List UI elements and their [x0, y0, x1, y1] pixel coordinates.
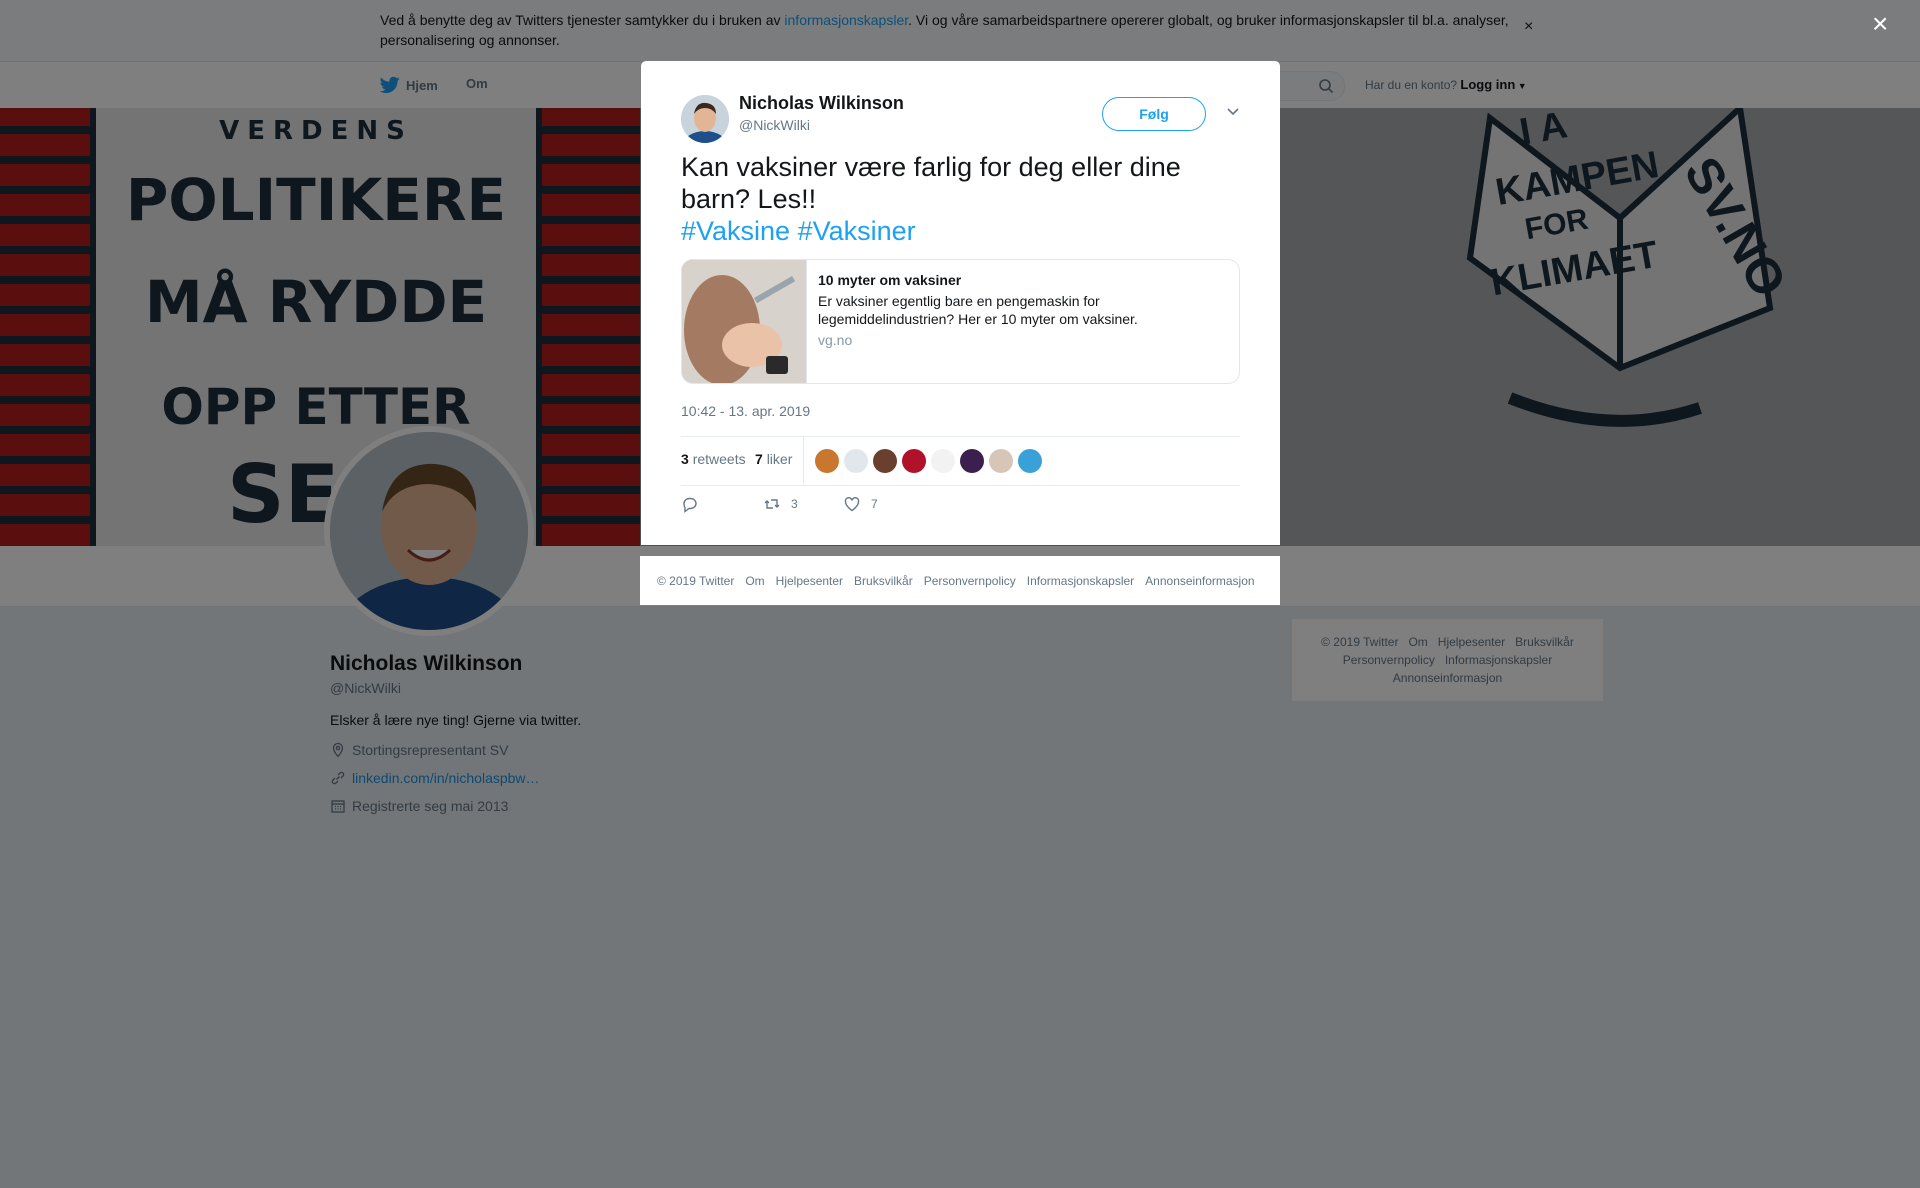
close-icon[interactable]: × — [1872, 10, 1888, 38]
card-description: Er vaksiner egentlig bare en pengemaskin… — [818, 293, 1138, 327]
footer-link-terms[interactable]: Bruksvilkår — [854, 574, 913, 588]
liker-avatars — [815, 449, 1042, 473]
tweet-author-handle[interactable]: @NickWilki — [739, 117, 810, 133]
footer-link-about[interactable]: Om — [745, 574, 764, 588]
tweet-modal: Nicholas Wilkinson @NickWilki Følg Kan v… — [641, 61, 1280, 545]
card-domain: vg.no — [818, 332, 853, 348]
follow-button[interactable]: Følg — [1102, 97, 1206, 131]
likes-count: 7 — [755, 451, 763, 467]
retweets-label: retweets — [692, 451, 746, 467]
retweet-count: 3 — [791, 497, 798, 511]
tweet-body: Kan vaksiner være farlig for deg eller d… — [681, 152, 1181, 214]
footer-link-cookies[interactable]: Informasjonskapsler — [1027, 574, 1134, 588]
card-title: 10 myter om vaksiner — [818, 272, 962, 288]
reply-button[interactable] — [681, 495, 699, 513]
retweet-icon — [764, 499, 780, 509]
link-preview-card[interactable]: 10 myter om vaksiner Er vaksiner egentli… — [681, 259, 1240, 384]
modal-footer: © 2019 Twitter Om Hjelpesenter Bruksvilk… — [640, 556, 1280, 605]
card-thumbnail — [682, 260, 807, 383]
footer-link-ads-info[interactable]: Annonseinformasjon — [1145, 574, 1254, 588]
tweet-text: Kan vaksiner være farlig for deg eller d… — [681, 151, 1241, 247]
footer-copyright: © 2019 Twitter — [657, 573, 735, 588]
footer-link-privacy[interactable]: Personvernpolicy — [924, 574, 1016, 588]
likes-stat[interactable]: 7 liker — [755, 451, 792, 467]
reply-icon — [683, 497, 697, 513]
liker-avatar[interactable] — [960, 449, 984, 473]
likes-label: liker — [766, 451, 793, 467]
stats-divider — [803, 437, 804, 485]
tweet-timestamp[interactable]: 10:42 - 13. apr. 2019 — [681, 403, 810, 419]
like-count: 7 — [871, 497, 878, 511]
liker-avatar[interactable] — [989, 449, 1013, 473]
chevron-down-icon[interactable] — [1226, 107, 1240, 117]
retweets-count: 3 — [681, 451, 689, 467]
hashtag-link[interactable]: #Vaksiner — [798, 216, 916, 246]
tweet-actions: 3 7 — [681, 495, 1240, 525]
person-photo-icon — [681, 95, 729, 143]
retweets-stat[interactable]: 3 retweets — [681, 451, 746, 467]
liker-avatar[interactable] — [1018, 449, 1042, 473]
heart-icon — [844, 497, 860, 512]
footer-link-help[interactable]: Hjelpesenter — [776, 574, 843, 588]
tweet-author-avatar[interactable] — [681, 95, 729, 143]
tweet-stats: 3 retweets 7 liker — [681, 436, 1240, 486]
liker-avatar[interactable] — [844, 449, 868, 473]
liker-avatar[interactable] — [902, 449, 926, 473]
liker-avatar[interactable] — [873, 449, 897, 473]
hashtag-link[interactable]: #Vaksine — [681, 216, 790, 246]
vaccination-photo-icon — [682, 260, 806, 383]
tweet-author-name[interactable]: Nicholas Wilkinson — [739, 93, 904, 114]
liker-avatar[interactable] — [815, 449, 839, 473]
like-button[interactable]: 7 — [843, 495, 878, 513]
retweet-button[interactable]: 3 — [763, 495, 798, 513]
liker-avatar[interactable] — [931, 449, 955, 473]
